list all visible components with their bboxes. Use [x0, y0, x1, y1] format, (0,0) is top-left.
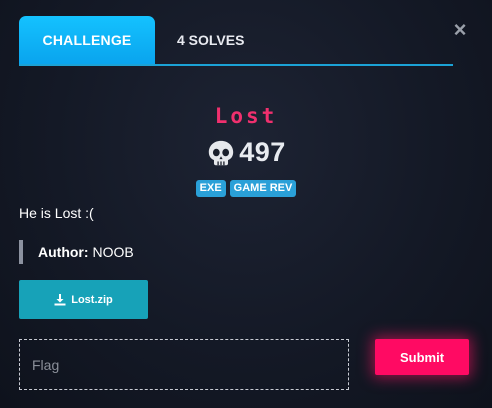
flag-input[interactable] — [19, 339, 349, 390]
author-name: NOOB — [92, 244, 134, 260]
download-file-label: Lost.zip — [71, 293, 113, 306]
tab-solves[interactable]: 4 SOLVES — [177, 16, 244, 64]
close-icon[interactable]: × — [451, 19, 469, 41]
challenge-tags: EXE GAME REV — [0, 180, 492, 197]
author-label: Author: — [38, 244, 89, 260]
skull-icon — [209, 140, 234, 165]
tag-badge: GAME REV — [229, 180, 297, 197]
points-row: 497 — [0, 137, 492, 168]
challenge-modal: CHALLENGE 4 SOLVES × Lost 497 EXE GAME R… — [0, 0, 492, 408]
challenge-description: He is Lost :( — [19, 205, 94, 221]
challenge-title: Lost — [214, 104, 278, 128]
modal-tabs: CHALLENGE 4 SOLVES — [19, 16, 453, 66]
submit-button[interactable]: Submit — [375, 339, 469, 375]
download-file-button[interactable]: Lost.zip — [19, 280, 148, 319]
tab-challenge[interactable]: CHALLENGE — [19, 16, 155, 64]
challenge-points: 497 — [239, 137, 286, 167]
author-block: Author: NOOB — [19, 240, 134, 264]
download-icon — [54, 293, 66, 305]
tag-badge: EXE — [195, 180, 226, 197]
